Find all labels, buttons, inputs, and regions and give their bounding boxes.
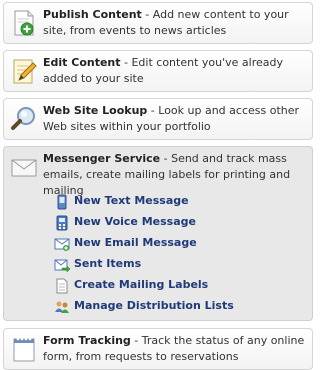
form-tracking-title[interactable]: Form Tracking [43, 334, 131, 347]
messenger-service-panel[interactable]: Messenger Service - Send and track mass … [3, 146, 313, 321]
new-text-message-link[interactable]: New Text Message [54, 193, 274, 211]
web-site-lookup-panel[interactable]: Web Site Lookup - Look up and access oth… [3, 98, 313, 140]
edit-pencil-icon [13, 59, 37, 84]
publish-document-icon [14, 10, 34, 36]
new-voice-message-link[interactable]: New Voice Message [54, 214, 274, 232]
voice-icon [56, 215, 68, 231]
email-icon [54, 238, 70, 251]
edit-content-text: Edit Content - Edit content you've alrea… [43, 55, 308, 87]
publish-content-panel[interactable]: Publish Content - Add new content to you… [3, 2, 313, 44]
new-text-message-label: New Text Message [74, 194, 189, 207]
form-tracking-panel[interactable]: Form Tracking - Track the status of any … [3, 328, 313, 370]
labels-icon [56, 278, 68, 294]
create-mailing-labels-label: Create Mailing Labels [74, 278, 209, 291]
sent-items-label: Sent Items [74, 257, 142, 270]
magnifier-icon [11, 107, 35, 130]
distribution-icon [55, 301, 69, 313]
manage-distribution-lists-link[interactable]: Manage Distribution Lists [54, 298, 274, 316]
form-tracking-text: Form Tracking - Track the status of any … [43, 333, 308, 365]
phone-icon [57, 194, 67, 210]
publish-content-title[interactable]: Publish Content [43, 8, 142, 21]
messenger-service-text: Messenger Service - Send and track mass … [43, 151, 308, 199]
manage-distribution-lists-label: Manage Distribution Lists [74, 299, 234, 312]
sent-items-link[interactable]: Sent Items [54, 256, 274, 274]
publish-content-text: Publish Content - Add new content to you… [43, 7, 308, 39]
sent-icon [54, 259, 70, 273]
envelope-icon [11, 159, 37, 177]
edit-content-panel[interactable]: Edit Content - Edit content you've alrea… [3, 50, 313, 92]
form-notepad-icon [13, 337, 35, 362]
messenger-service-title[interactable]: Messenger Service [43, 152, 160, 165]
new-email-message-link[interactable]: New Email Message [54, 235, 274, 253]
web-site-lookup-text: Web Site Lookup - Look up and access oth… [43, 103, 308, 135]
new-voice-message-label: New Voice Message [74, 215, 196, 228]
web-site-lookup-title[interactable]: Web Site Lookup [43, 104, 147, 117]
edit-content-title[interactable]: Edit Content [43, 56, 121, 69]
new-email-message-label: New Email Message [74, 236, 197, 249]
create-mailing-labels-link[interactable]: Create Mailing Labels [54, 277, 274, 295]
